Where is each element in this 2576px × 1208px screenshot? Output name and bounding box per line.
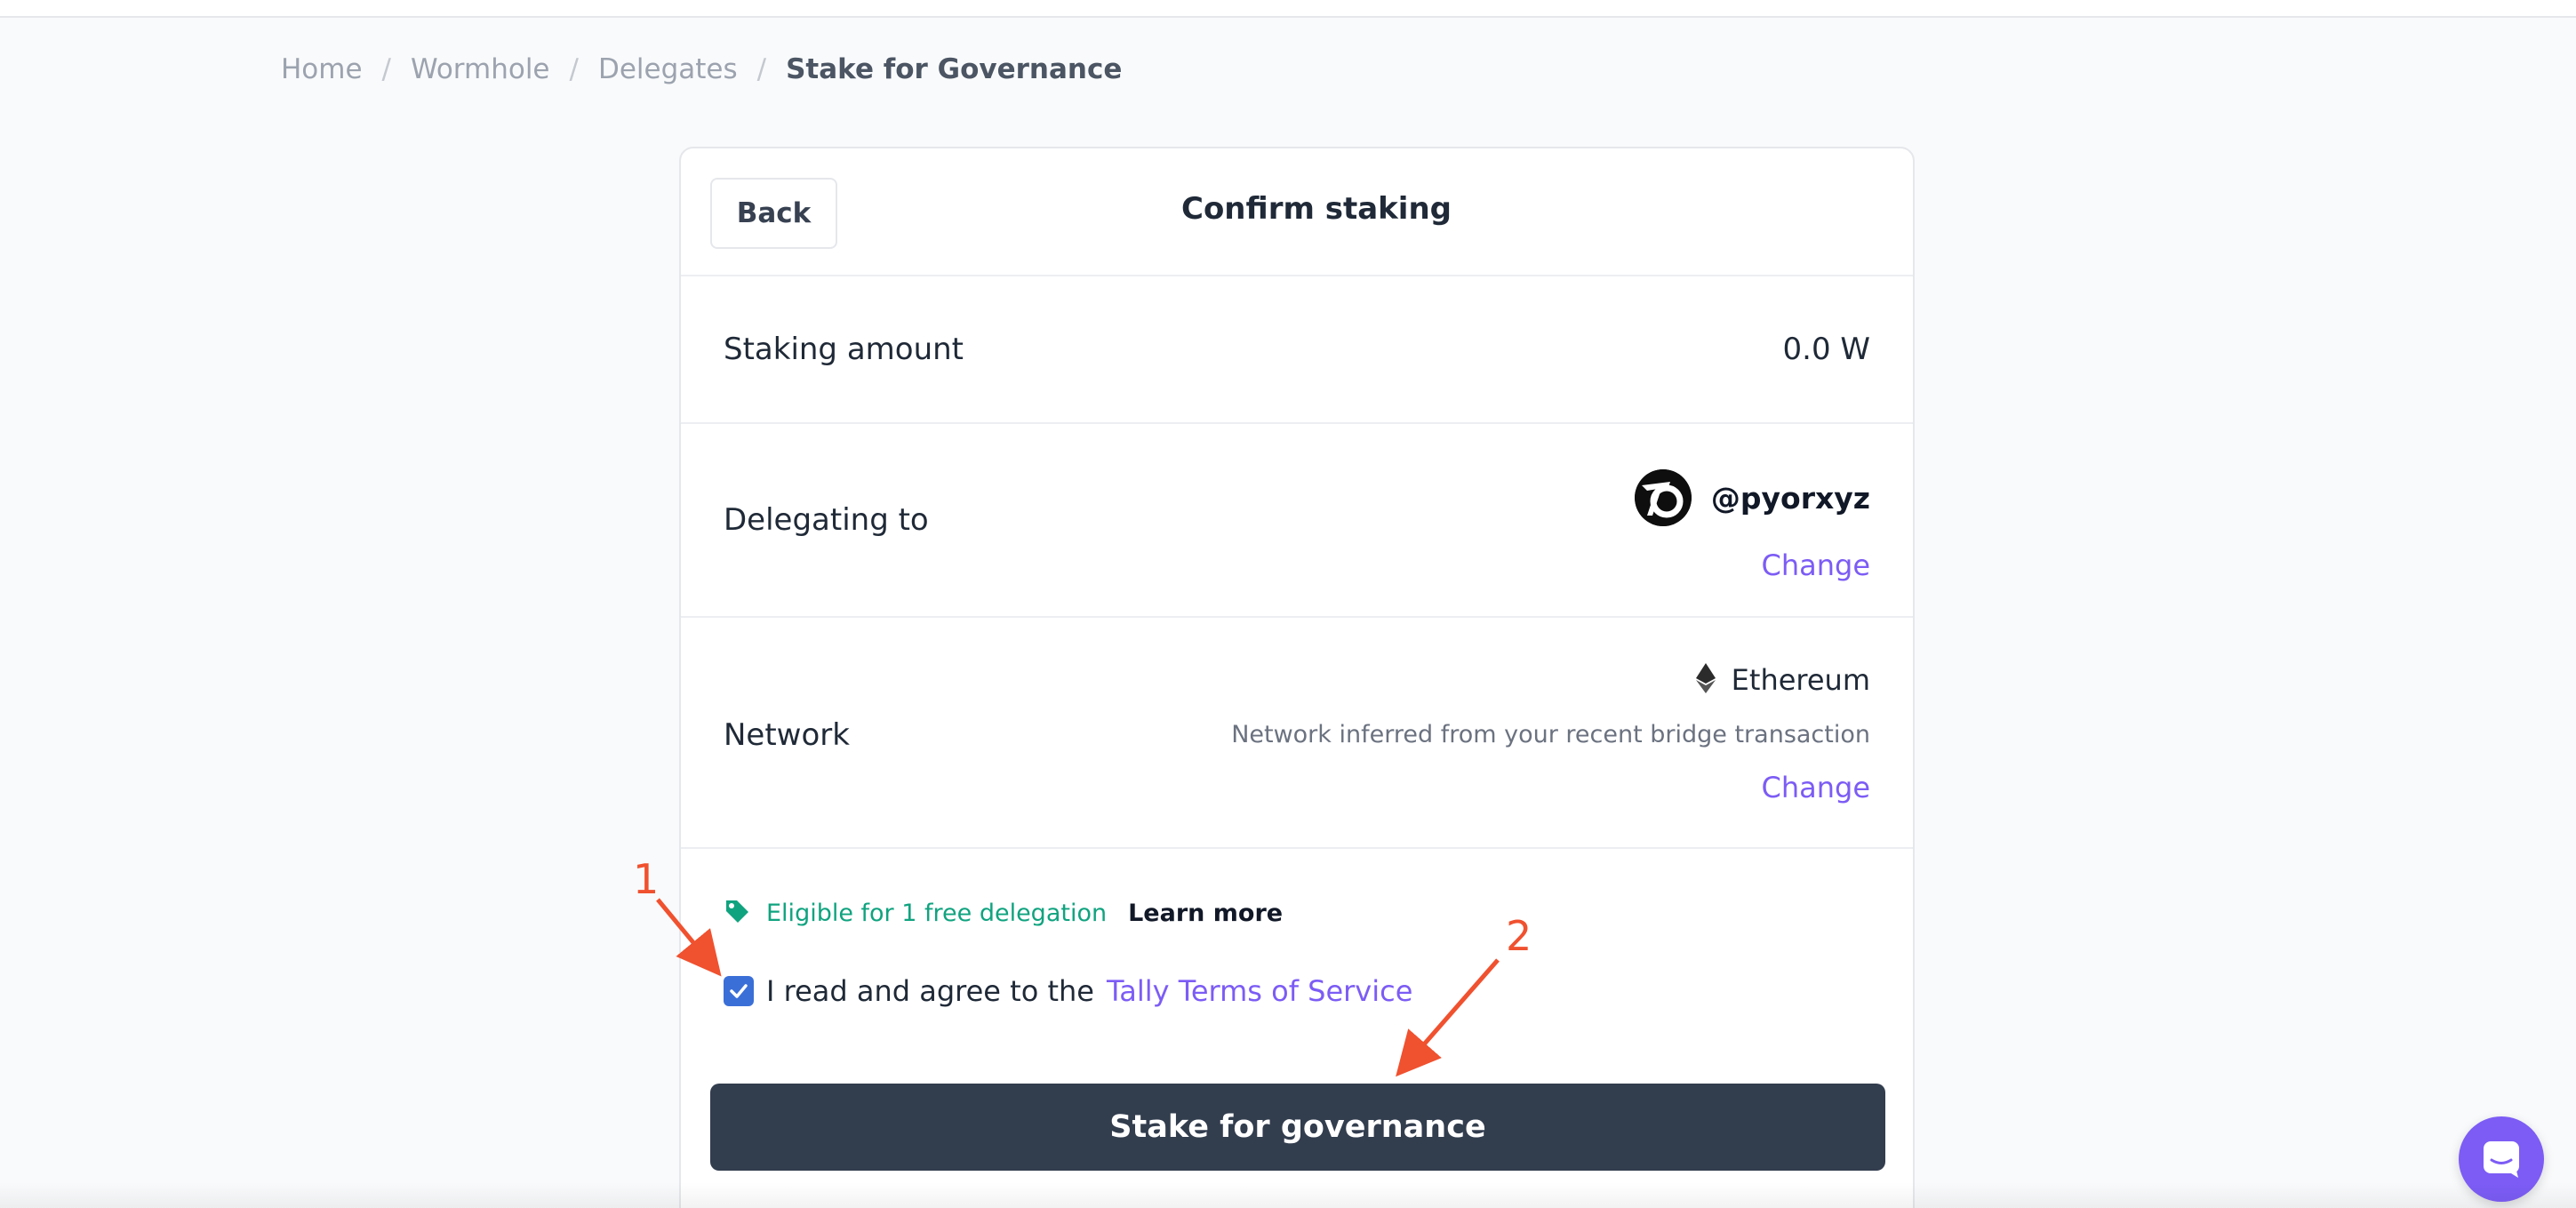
terms-checkbox[interactable] bbox=[724, 976, 754, 1006]
staking-amount-label: Staking amount bbox=[724, 332, 964, 367]
breadcrumb-delegates[interactable]: Delegates bbox=[598, 53, 738, 85]
breadcrumb: Home / Wormhole / Delegates / Stake for … bbox=[281, 50, 1122, 89]
checkmark-icon bbox=[730, 984, 748, 998]
delegate-handle[interactable]: @pyorxyz bbox=[1711, 481, 1870, 516]
staking-amount-row: Staking amount 0.0 W bbox=[681, 276, 1913, 424]
delegate-avatar bbox=[1634, 469, 1692, 526]
top-bar bbox=[0, 0, 2576, 18]
stake-for-governance-button[interactable]: Stake for governance bbox=[710, 1084, 1885, 1171]
network-label: Network bbox=[724, 717, 850, 753]
eligible-text: Eligible for 1 free delegation bbox=[766, 899, 1108, 927]
breadcrumb-home[interactable]: Home bbox=[281, 53, 363, 85]
card-header: Back Confirm staking bbox=[681, 148, 1913, 276]
breadcrumb-separator: / bbox=[381, 53, 391, 85]
change-delegate-link[interactable]: Change bbox=[1761, 548, 1870, 582]
free-delegation-notice: Eligible for 1 free delegation Learn mor… bbox=[724, 893, 1283, 932]
network-name: Ethereum bbox=[1731, 663, 1870, 697]
support-chat-button[interactable] bbox=[2459, 1116, 2544, 1202]
terms-agreement: I read and agree to the Tally Terms of S… bbox=[724, 971, 1412, 1012]
breadcrumb-separator: / bbox=[569, 53, 579, 85]
network-info: Ethereum bbox=[1695, 660, 1870, 700]
chat-icon bbox=[2484, 1141, 2519, 1178]
network-note: Network inferred from your recent bridge… bbox=[1231, 721, 1870, 748]
annotation-number-1: 1 bbox=[633, 855, 660, 903]
breadcrumb-separator: / bbox=[756, 53, 767, 85]
confirm-staking-card: Back Confirm staking Staking amount 0.0 … bbox=[679, 147, 1915, 1208]
breadcrumb-wormhole[interactable]: Wormhole bbox=[411, 53, 550, 85]
network-row: Network Ethereum Network inferred from y… bbox=[681, 618, 1913, 849]
learn-more-link[interactable]: Learn more bbox=[1128, 900, 1283, 927]
tag-icon bbox=[724, 898, 750, 928]
annotation-number-2: 2 bbox=[1506, 912, 1532, 960]
delegate-info: @pyorxyz bbox=[1634, 468, 1870, 527]
card-title: Confirm staking bbox=[1181, 191, 1452, 227]
delegating-to-row: Delegating to @pyorxyz Change bbox=[681, 424, 1913, 618]
breadcrumb-current: Stake for Governance bbox=[786, 53, 1123, 85]
change-network-link[interactable]: Change bbox=[1761, 771, 1870, 804]
ethereum-icon bbox=[1695, 663, 1716, 697]
staking-amount-value: 0.0 W bbox=[1782, 332, 1871, 367]
terms-text: I read and agree to the bbox=[766, 974, 1094, 1008]
terms-of-service-link[interactable]: Tally Terms of Service bbox=[1107, 974, 1412, 1008]
delegating-to-label: Delegating to bbox=[724, 502, 929, 538]
